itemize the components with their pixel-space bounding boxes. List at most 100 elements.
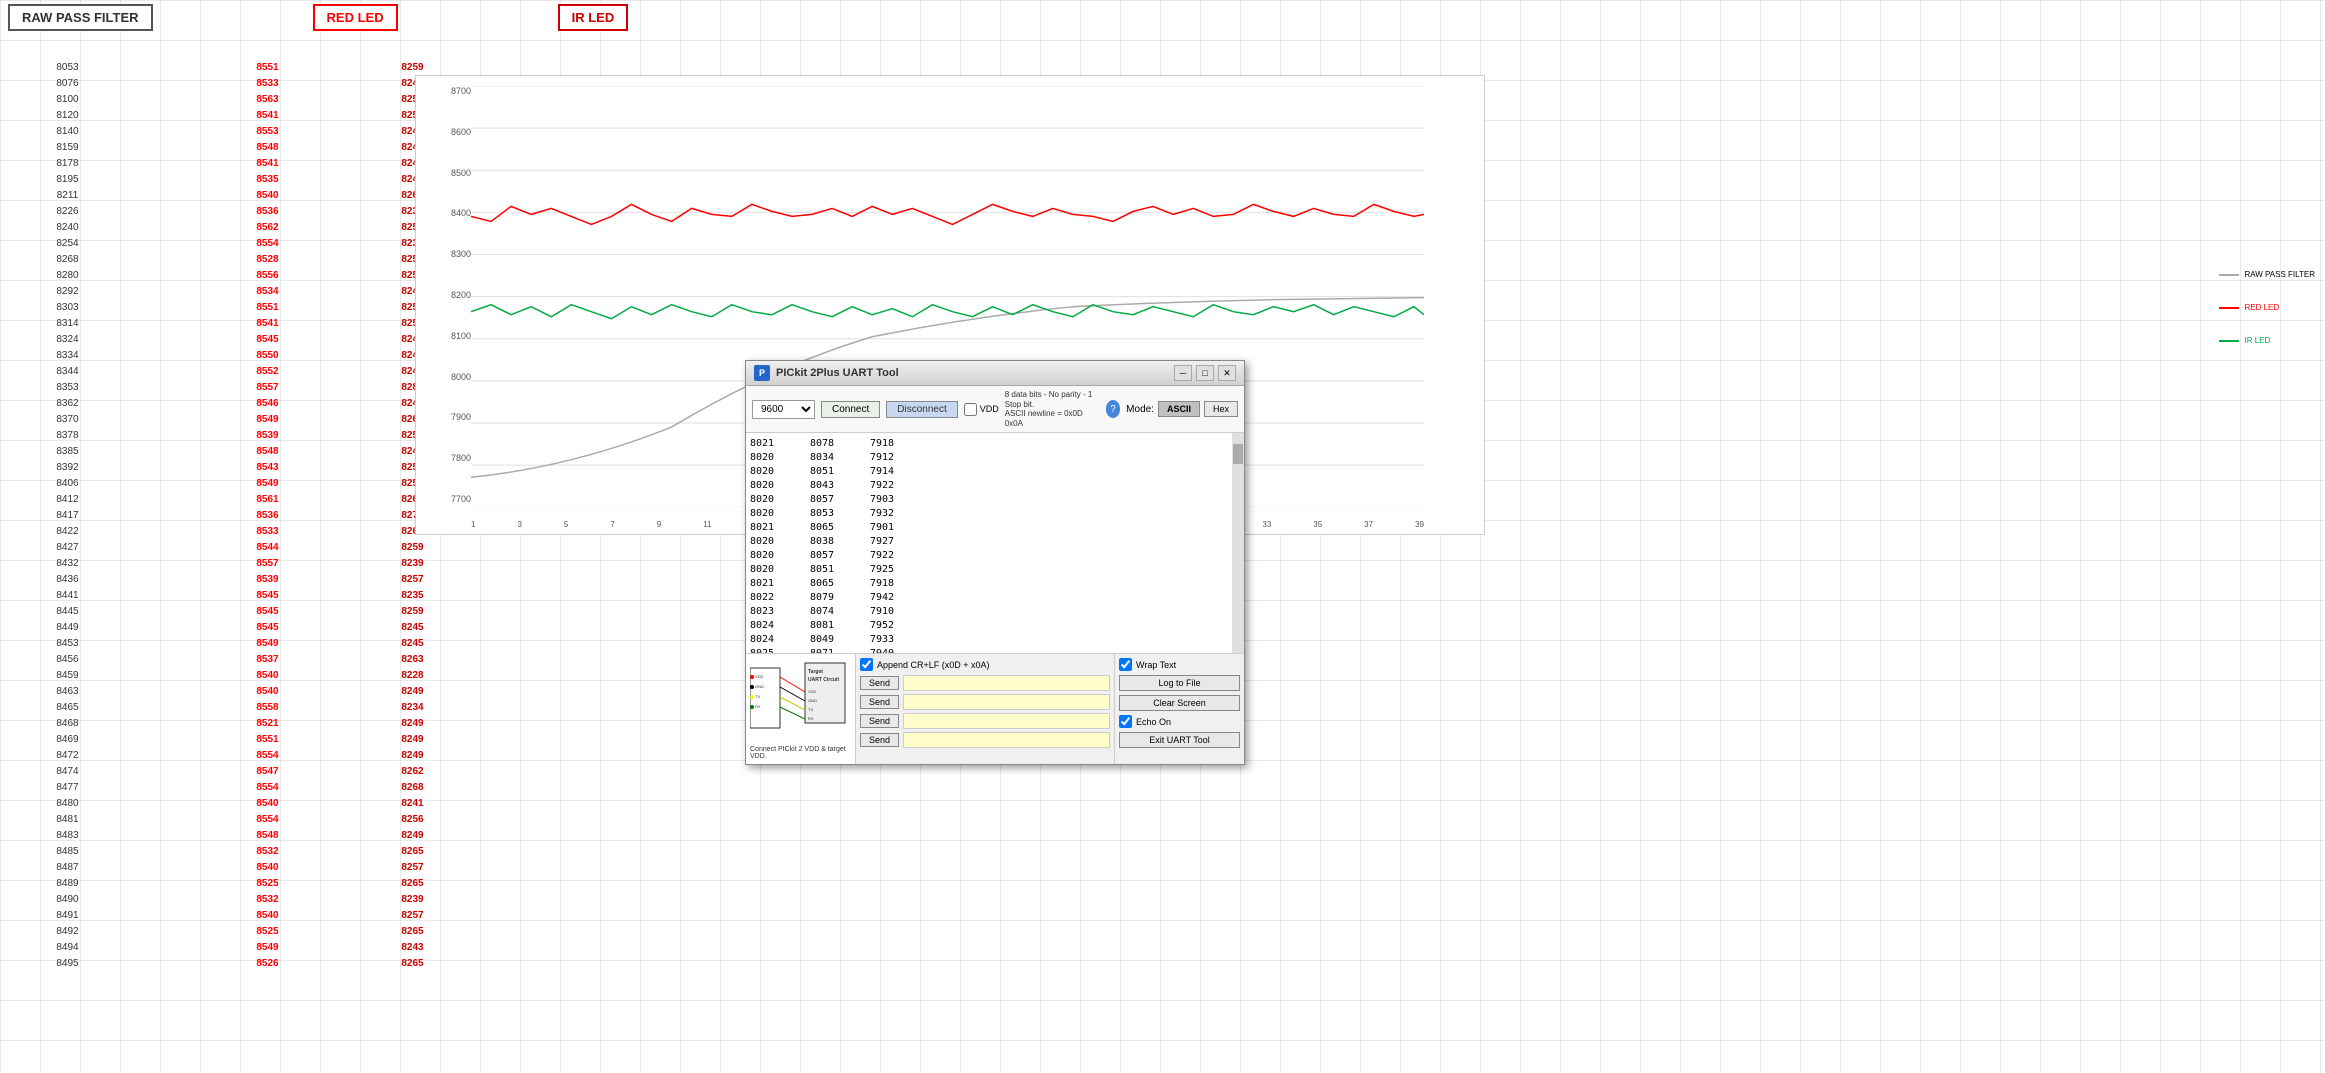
red-cell-52: 8532 [200,892,335,908]
uart-cell: 7918 [870,437,910,451]
red-cell-28: 8536 [200,508,335,524]
uart-cell: 8065 [810,521,850,535]
red-led-label: RED LED [313,4,398,31]
ir-legend-line [2219,340,2239,342]
disconnect-button[interactable]: Disconnect [886,401,957,418]
uart-data-row-5: 802080537932 [750,507,1228,521]
ir-cell-49: 8265 [345,844,480,860]
macro-input-2[interactable] [903,694,1110,710]
maximize-button[interactable]: □ [1196,365,1214,381]
x-label: 39 [1415,520,1424,529]
red-cell-51: 8525 [200,876,335,892]
append-crlf-checkbox[interactable] [860,658,873,671]
ir-cell-39: 8249 [345,684,480,700]
raw-legend-line [2219,274,2239,276]
hex-mode-button[interactable]: Hex [1204,401,1238,417]
uart-cell: 8071 [810,647,850,653]
uart-info-text: 8 data bits - No parity - 1 Stop bit.ASC… [1005,390,1100,428]
baud-rate-select[interactable]: 9600 19200 38400 115200 [752,400,815,419]
uart-titlebar-left: P PICkit 2Plus UART Tool [754,365,899,381]
raw-cell-17: 8324 [0,332,135,348]
vdd-label: VDD [980,404,999,414]
vdd-checkbox[interactable] [964,403,977,416]
red-cell-6: 8541 [200,156,335,172]
raw-cell-19: 8344 [0,364,135,380]
red-cell-5: 8548 [200,140,335,156]
raw-cell-27: 8412 [0,492,135,508]
raw-cell-46: 8480 [0,796,135,812]
uart-macro-row-3: Send [860,713,1110,729]
ir-cell-42: 8249 [345,732,480,748]
macro-input-4[interactable] [903,732,1110,748]
log-to-file-button[interactable]: Log to File [1119,675,1240,691]
svg-text:UART Circuit: UART Circuit [808,677,839,683]
uart-app-icon: P [754,365,770,381]
close-button[interactable]: ✕ [1218,365,1236,381]
clear-screen-button[interactable]: Clear Screen [1119,695,1240,711]
uart-cell: 7903 [870,493,910,507]
ir-cell-38: 8228 [345,668,480,684]
red-cell-20: 8557 [200,380,335,396]
uart-cell: 8020 [750,465,790,479]
red-cell-18: 8550 [200,348,335,364]
red-cell-16: 8541 [200,316,335,332]
send-button-1[interactable]: Send [860,676,899,690]
uart-scrollbar[interactable] [1232,433,1244,653]
raw-cell-13: 8280 [0,268,135,284]
header-labels: RAW PASS FILTER RED LED IR LED [0,0,636,35]
send-button-3[interactable]: Send [860,714,899,728]
wrap-text-checkbox[interactable] [1119,658,1132,671]
send-button-2[interactable]: Send [860,695,899,709]
x-label: 37 [1364,520,1373,529]
uart-cell: 7933 [870,633,910,647]
raw-pass-filter-label: RAW PASS FILTER [8,4,153,31]
raw-cell-39: 8463 [0,684,135,700]
uart-data-row-6: 802180657901 [750,521,1228,535]
connect-button[interactable]: Connect [821,401,880,418]
y-label: 8200 [451,290,471,300]
uart-data-row-7: 802080387927 [750,535,1228,549]
red-cell-42: 8551 [200,732,335,748]
minimize-button[interactable]: ─ [1174,365,1192,381]
ir-cell-44: 8262 [345,764,480,780]
ir-cell-46: 8241 [345,796,480,812]
raw-cell-49: 8485 [0,844,135,860]
y-label: 7800 [451,453,471,463]
red-cell-10: 8562 [200,220,335,236]
exit-uart-tool-button[interactable]: Exit UART Tool [1119,732,1240,748]
macro-input-1[interactable] [903,675,1110,691]
send-button-4[interactable]: Send [860,733,899,747]
raw-cell-40: 8465 [0,700,135,716]
red-cell-23: 8539 [200,428,335,444]
legend-ir: IR LED [2219,336,2315,345]
red-cell-25: 8543 [200,460,335,476]
raw-cell-56: 8495 [0,956,135,972]
uart-data-row-10: 802180657918 [750,577,1228,591]
raw-cell-2: 8100 [0,92,135,108]
uart-dialog: P PICkit 2Plus UART Tool ─ □ ✕ 9600 1920… [745,360,1245,765]
red-cell-13: 8556 [200,268,335,284]
mode-label: Mode: [1126,404,1154,415]
red-cell-39: 8540 [200,684,335,700]
raw-cell-54: 8492 [0,924,135,940]
ir-cell-45: 8268 [345,780,480,796]
ir-cell-0: 8259 [345,60,480,76]
uart-bottom-panel: VDD GND TX RX Target UART Circuit VDD GN… [746,653,1244,764]
macro-input-3[interactable] [903,713,1110,729]
scrollbar-thumb[interactable] [1233,444,1243,464]
echo-on-checkbox[interactable] [1119,715,1132,728]
x-label: 35 [1313,520,1322,529]
raw-cell-37: 8456 [0,652,135,668]
red-cell-49: 8532 [200,844,335,860]
red-cell-12: 8528 [200,252,335,268]
raw-cell-36: 8453 [0,636,135,652]
ascii-mode-button[interactable]: ASCII [1158,401,1200,417]
help-button[interactable]: ? [1106,400,1120,418]
red-cell-27: 8561 [200,492,335,508]
raw-cell-12: 8268 [0,252,135,268]
uart-cell: 8021 [750,577,790,591]
main-area: RAW PASS FILTER RED LED IR LED 805380768… [0,0,2325,1073]
x-label: 9 [657,520,661,529]
uart-cell: 7940 [870,647,910,653]
raw-cell-26: 8406 [0,476,135,492]
